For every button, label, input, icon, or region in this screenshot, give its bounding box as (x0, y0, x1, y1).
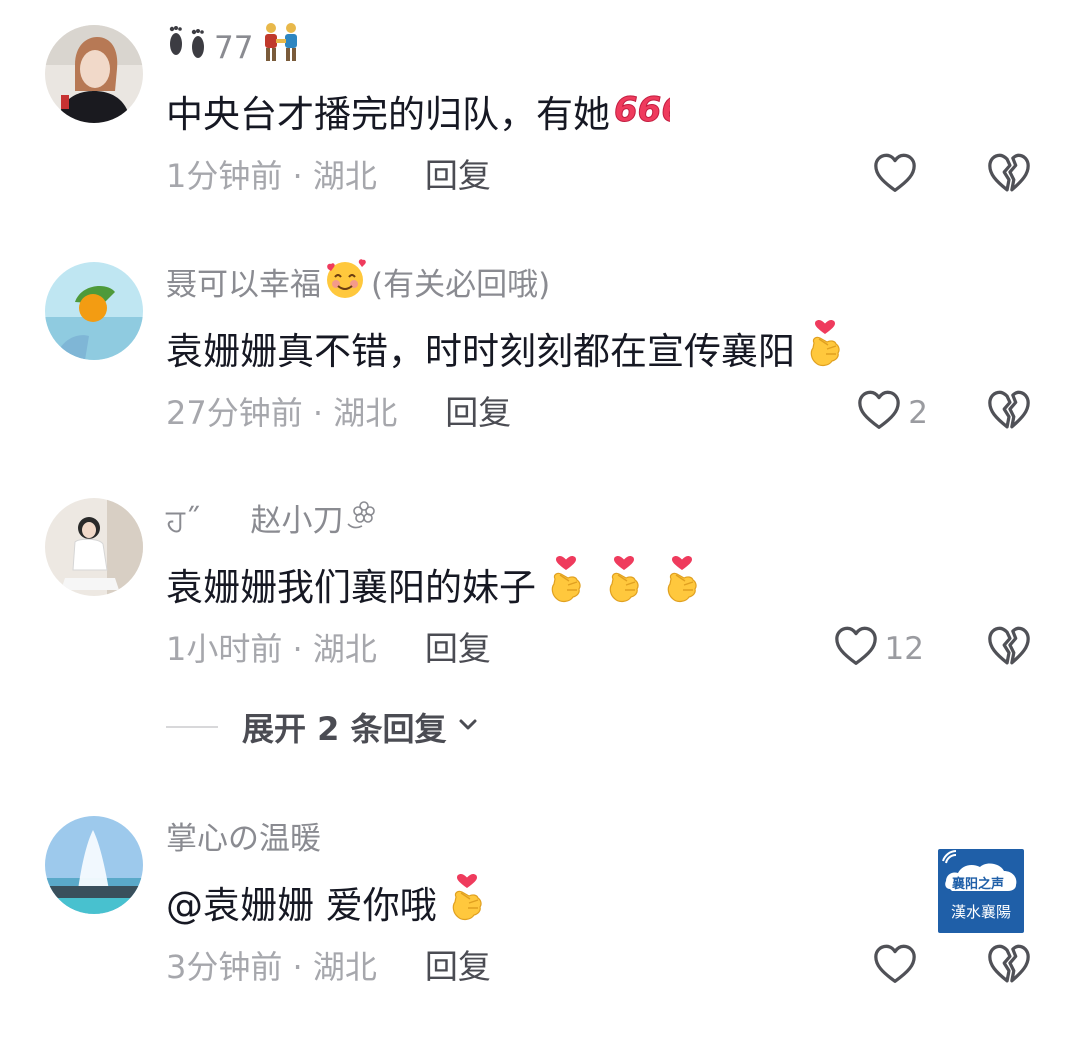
finger-heart-icon (805, 319, 845, 385)
broken-heart-icon (986, 624, 1032, 674)
username[interactable]: 77 (166, 22, 303, 71)
comment-meta: 1分钟前 · 湖北 回复 (166, 153, 491, 199)
avatar[interactable] (45, 816, 143, 914)
dislike-button[interactable] (986, 626, 1032, 672)
watermark-logo: 襄阳之声 漢水襄陽 (938, 849, 1024, 933)
watermark-top-label: 襄阳之声 (952, 877, 1005, 892)
username[interactable]: 掌心の温暖 (166, 816, 321, 862)
footprints-icon (166, 22, 210, 75)
username-text: 77 (214, 30, 254, 66)
heart-outline-icon (872, 151, 918, 201)
expand-replies-button[interactable]: 展开 2 条回复 (166, 700, 479, 754)
time-location: 27分钟前 · 湖北 (166, 394, 398, 432)
comment-item: 掌心の温暖 @袁姗姗 爱你哦 3分钟前 · 湖北 回复 (0, 816, 1080, 1056)
svg-text:666: 666 (614, 91, 670, 127)
time-location: 1分钟前 · 湖北 (166, 157, 377, 195)
username-text: 掌心の温暖 (166, 821, 321, 857)
broken-heart-icon (986, 388, 1032, 438)
username-suffix: (有关必回哦) (371, 267, 551, 303)
couple-icon (259, 21, 303, 76)
comment-text: 袁姗姗我们襄阳的妹子 (166, 560, 702, 616)
comment-meta: 3分钟前 · 湖北 回复 (166, 944, 491, 990)
smiling-face-hearts-icon (323, 257, 367, 314)
666-icon: 666 (612, 87, 686, 143)
comment-meta: 27分钟前 · 湖北 回复 (166, 390, 511, 436)
watermark-bottom-label: 漢水襄陽 (950, 903, 1011, 921)
avatar[interactable] (45, 498, 143, 596)
time-location: 3分钟前 · 湖北 (166, 948, 377, 986)
like-count: 12 (884, 631, 924, 667)
finger-heart-icon (546, 555, 586, 621)
username-text: 聂可以幸福 (166, 267, 321, 303)
expand-replies-label: 展开 2 条回复 (242, 710, 447, 748)
flower-icon (346, 498, 376, 545)
reply-button[interactable]: 回复 (425, 153, 491, 199)
comment-item: 77 中央台才播完的归队，有她 666 1分钟前 · 湖北 回复 (0, 22, 1080, 265)
time-location: 1小时前 · 湖北 (166, 630, 377, 668)
reply-button[interactable]: 回复 (425, 944, 491, 990)
broken-heart-icon (986, 151, 1032, 201)
reply-button[interactable]: 回复 (445, 390, 511, 436)
like-button[interactable] (872, 153, 924, 199)
comment-text: 中央台才播完的归队，有她 666 (166, 87, 686, 143)
like-button[interactable]: 12 (833, 626, 924, 672)
comment-text: @袁姗姗 爱你哦 (166, 878, 487, 934)
username-text: 赵小刀 (250, 503, 344, 539)
username-prefix: ਹ˝ (166, 503, 201, 539)
username[interactable]: 聂可以幸福 (有关必回哦) (166, 258, 551, 308)
heart-outline-icon (872, 942, 918, 992)
broken-heart-icon (986, 942, 1032, 992)
comment-meta: 1小时前 · 湖北 回复 (166, 626, 491, 672)
like-button[interactable] (872, 944, 924, 990)
finger-heart-icon (447, 873, 487, 939)
dislike-button[interactable] (986, 944, 1032, 990)
divider (166, 726, 218, 728)
avatar[interactable] (45, 262, 143, 360)
like-count: 2 (908, 395, 928, 431)
chevron-down-icon (457, 714, 479, 740)
finger-heart-icon (662, 555, 702, 621)
dislike-button[interactable] (986, 153, 1032, 199)
heart-outline-icon (856, 388, 902, 438)
dislike-button[interactable] (986, 390, 1032, 436)
avatar[interactable] (45, 25, 143, 123)
comment-text: 袁姗姗真不错，时时刻刻都在宣传襄阳 (166, 324, 845, 380)
comment-item: 聂可以幸福 (有关必回哦) 袁姗姗真不错，时时刻刻都在宣传襄阳 27分钟前 · … (0, 258, 1080, 502)
comment-item: ਹ˝ 赵小刀 袁姗姗我们襄阳的妹子 1小时前 · 湖北 回复 12 (0, 498, 1080, 738)
like-button[interactable]: 2 (856, 390, 928, 436)
username[interactable]: ਹ˝ 赵小刀 (166, 498, 376, 544)
heart-outline-icon (833, 624, 879, 674)
finger-heart-icon (604, 555, 644, 621)
reply-button[interactable]: 回复 (425, 626, 491, 672)
